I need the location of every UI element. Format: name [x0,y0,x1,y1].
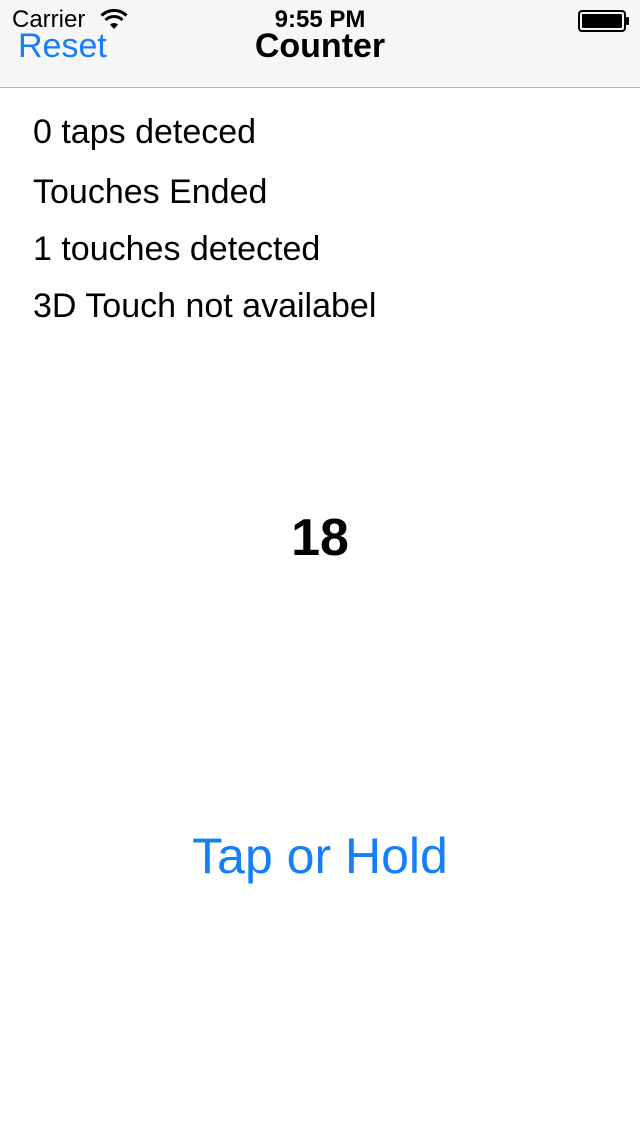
navigation-bar: Carrier 9:55 PM Reset Counter [0,0,640,88]
touch-state-label: Touches Ended [33,173,268,211]
tap-or-hold-button[interactable]: Tap or Hold [0,826,640,886]
force-touch-status-label: 3D Touch not availabel [33,287,377,325]
touches-detected-label: 1 touches detected [33,230,321,268]
taps-detected-label: 0 taps deteced [33,113,257,151]
page-title: Counter [254,27,386,65]
counter-value: 18 [291,509,349,567]
